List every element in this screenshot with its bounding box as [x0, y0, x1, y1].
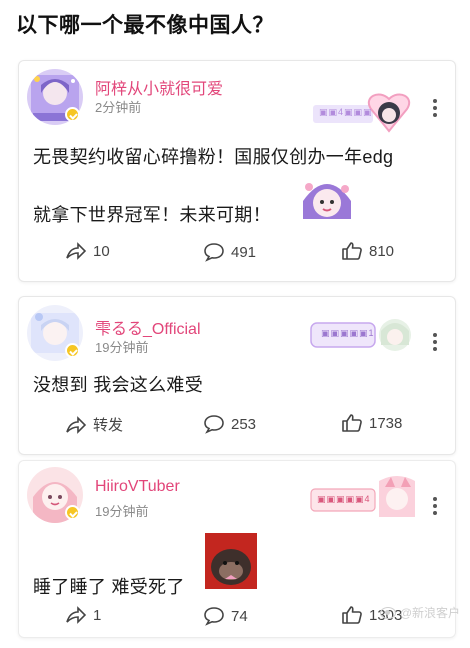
comment-button[interactable]: 491	[203, 242, 256, 262]
comment-button[interactable]: 253	[203, 414, 256, 434]
thumbs-up-icon	[342, 414, 362, 432]
timestamp: 19分钟前	[95, 340, 149, 355]
comment-count: 74	[231, 607, 248, 625]
fan-medal[interactable]: ▣▣4▣▣▣	[309, 91, 415, 142]
share-button[interactable]: 1	[65, 606, 101, 624]
share-icon	[66, 242, 87, 260]
verified-icon	[65, 505, 80, 520]
like-count: 1738	[369, 414, 403, 432]
more-options-icon[interactable]	[433, 333, 437, 354]
thumbs-up-icon	[342, 606, 362, 624]
sticker-image	[205, 533, 257, 594]
share-icon	[66, 606, 87, 624]
timestamp: 19分钟前	[95, 504, 149, 519]
comment-count: 253	[231, 415, 257, 433]
fan-medal[interactable]: ▣▣▣▣▣1	[309, 313, 419, 362]
watermark-text: @新浪客户	[399, 606, 460, 620]
verified-icon	[65, 343, 80, 358]
weibo-eye-icon	[379, 606, 396, 619]
comment-icon	[204, 243, 224, 262]
page-title: 以下哪一个最不像中国人？	[16, 14, 274, 37]
share-count: 1	[93, 606, 102, 624]
username[interactable]: 雫るる_Official	[95, 315, 201, 339]
share-icon	[66, 415, 87, 434]
like-count: 810	[369, 242, 395, 260]
medal-label: ▣▣▣▣▣4	[317, 494, 371, 504]
comment-icon	[204, 415, 224, 434]
post-text: 就拿下世界冠军！未来可期！	[33, 205, 271, 225]
share-button[interactable]: 转发	[65, 414, 123, 435]
comment-count: 491	[231, 243, 257, 261]
timestamp: 2分钟前	[95, 100, 142, 115]
comment-icon	[204, 607, 224, 626]
post-text: 睡了睡了 难受死了	[33, 577, 185, 597]
comment-button[interactable]: 74	[203, 606, 248, 626]
medal-label: ▣▣▣▣▣1	[321, 328, 375, 338]
verified-icon	[65, 107, 80, 122]
username[interactable]: HiiroVTuber	[95, 478, 180, 496]
more-options-icon[interactable]	[433, 99, 437, 120]
like-button[interactable]: 810	[341, 241, 394, 261]
post-text: 无畏契约收留心碎撸粉！国服仅创办一年edg	[33, 147, 394, 167]
share-count: 10	[93, 242, 110, 260]
username[interactable]: 阿梓从小就很可爱	[95, 75, 223, 99]
share-label: 转发	[93, 417, 124, 434]
post-text: 没想到 我会这么难受	[33, 375, 203, 395]
sticker-image	[295, 171, 359, 230]
post-card: 阿梓从小就很可爱 2分钟前 ▣▣4▣▣▣ 无畏契约收留心碎撸粉！国服仅创办一年e…	[18, 60, 456, 282]
medal-label: ▣▣4▣▣▣	[319, 107, 373, 117]
thumbs-up-icon	[342, 242, 362, 260]
more-options-icon[interactable]	[433, 497, 437, 518]
post-card: 雫るる_Official 19分钟前 ▣▣▣▣▣1 没想到 我会这么难受 转发 …	[18, 296, 456, 455]
like-button[interactable]: 1738	[341, 413, 402, 433]
fan-medal[interactable]: ▣▣▣▣▣4	[309, 473, 421, 528]
watermark: @新浪客户	[379, 604, 460, 621]
share-button[interactable]: 10	[65, 242, 110, 260]
